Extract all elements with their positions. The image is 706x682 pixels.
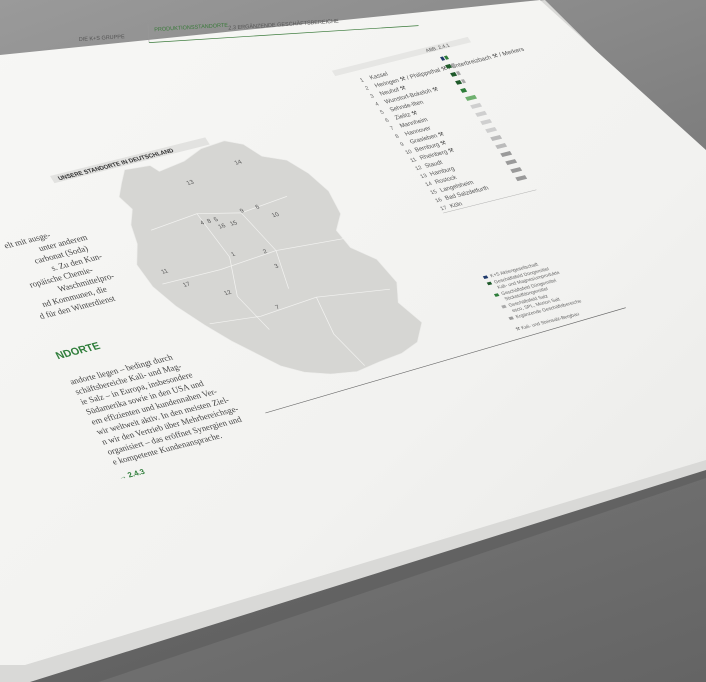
header-tab-label: PRODUKTIONSSTANDORTE — [154, 23, 228, 34]
header-left-label: DIE K+S GRUPPE — [79, 34, 126, 43]
brochure-photo: DIE K+S GRUPPE PRODUKTIONSSTANDORTE 2.3 … — [0, 0, 706, 682]
